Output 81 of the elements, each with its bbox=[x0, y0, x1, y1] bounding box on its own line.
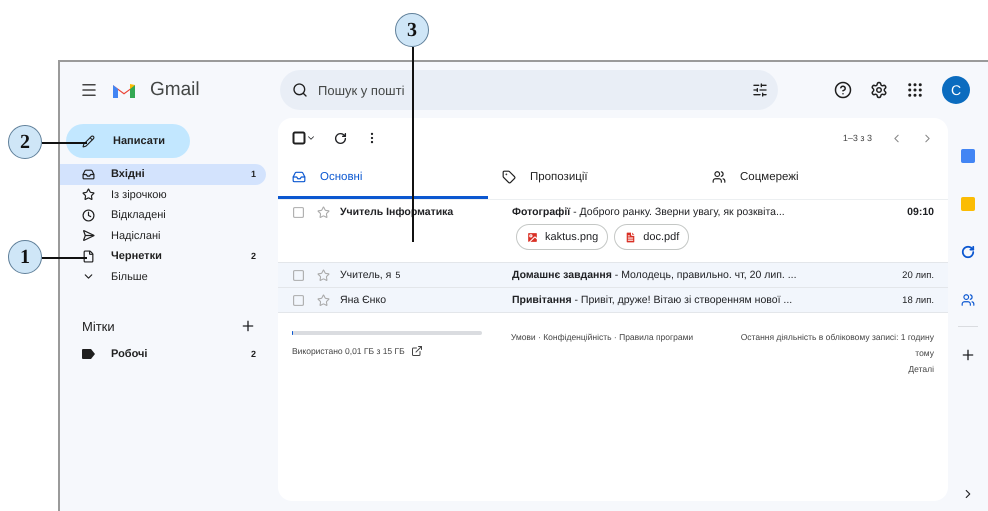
sidebar-item[interactable]: Відкладені bbox=[60, 205, 266, 226]
sidebar-label: Чернетки bbox=[111, 250, 163, 262]
sidebar-item[interactable]: Надіслані bbox=[60, 226, 266, 246]
activity-text: Остання діяльність в обліковому записі: 1 годину тому bbox=[740, 331, 934, 360]
search-field[interactable]: Пошук у пошті bbox=[316, 82, 744, 98]
select-all-checkbox[interactable] bbox=[292, 131, 306, 145]
inbox-icon bbox=[292, 170, 306, 184]
sidebar-item[interactable]: Більше bbox=[60, 266, 266, 287]
people-icon bbox=[712, 170, 726, 184]
email-sender: Учитель, я 5 bbox=[340, 269, 402, 281]
app-name: Gmail bbox=[150, 79, 200, 101]
details-link[interactable]: Деталі bbox=[908, 361, 934, 378]
callout-number: 1 bbox=[8, 240, 42, 274]
item-count: 2 bbox=[250, 349, 256, 359]
checkbox-icon[interactable] bbox=[292, 206, 305, 218]
sidebar-label: Із зірочкою bbox=[111, 188, 168, 201]
email-subject: Фотографії - Доброго ранку. Зверни увагу, як розквіта... bbox=[512, 206, 786, 218]
sidebar-label: Вхідні bbox=[111, 168, 146, 180]
item-count: 1 bbox=[250, 169, 256, 180]
page-range: 1–3 з 3 bbox=[842, 133, 872, 143]
star-icon bbox=[82, 188, 95, 202]
help-icon[interactable] bbox=[834, 81, 852, 99]
email-subject: Домашнє завдання - Молодець, правильно. чт, 20 лип. ... bbox=[512, 269, 798, 281]
terms-links[interactable]: Умови · Конфіденційність · Правила програми bbox=[502, 329, 702, 378]
email-time: 18 лип. bbox=[901, 294, 934, 306]
file-icon bbox=[82, 250, 95, 263]
label-item[interactable]: Робочі 2 bbox=[60, 341, 266, 367]
category-tab[interactable]: Соцмережі bbox=[698, 158, 908, 199]
checkbox-icon[interactable] bbox=[292, 268, 305, 282]
compose-button[interactable]: Написати bbox=[66, 124, 190, 158]
apps-icon[interactable] bbox=[906, 81, 924, 99]
pencil-icon bbox=[82, 134, 95, 148]
email-time: 09:10 bbox=[906, 206, 934, 218]
leader-line bbox=[42, 257, 87, 258]
email-row[interactable]: Яна Єнко Привітання - Привіт, друже! Вітаю зі створенням нової ... 18 лип. bbox=[278, 288, 948, 313]
avatar[interactable]: C bbox=[942, 76, 970, 104]
open-icon[interactable] bbox=[410, 345, 423, 357]
filter-icon[interactable] bbox=[752, 82, 768, 98]
add-icon[interactable] bbox=[240, 318, 256, 334]
image-file-icon bbox=[526, 230, 539, 244]
contacts-icon[interactable] bbox=[961, 293, 975, 307]
email-subject: Привітання - Привіт, друже! Вітаю зі створенням нової ... bbox=[512, 294, 794, 306]
tab-label: Соцмережі bbox=[740, 171, 798, 183]
attachment-chip[interactable]: kaktus.png bbox=[516, 224, 608, 250]
attachment-chip[interactable]: doc.pdf bbox=[614, 224, 690, 250]
inbox-icon bbox=[82, 168, 95, 181]
item-count: 2 bbox=[250, 251, 256, 262]
sidebar-label: Більше bbox=[111, 270, 149, 283]
callout-number: 3 bbox=[395, 13, 429, 47]
email-sender: Яна Єнко bbox=[340, 294, 388, 306]
send-icon bbox=[82, 229, 95, 242]
search-icon bbox=[292, 82, 308, 98]
refresh-icon[interactable] bbox=[334, 132, 347, 144]
category-tab[interactable]: Пропозиції bbox=[488, 158, 698, 199]
email-time: 20 лип. bbox=[901, 270, 934, 280]
add-icon[interactable] bbox=[960, 347, 976, 363]
pdf-file-icon bbox=[624, 230, 638, 244]
sidebar-label: Надіслані bbox=[111, 230, 162, 242]
label-icon bbox=[82, 349, 95, 359]
search-bar[interactable]: Пошук у пошті bbox=[280, 70, 778, 110]
tab-label: Пропозиції bbox=[530, 171, 588, 183]
clock-icon bbox=[82, 208, 95, 222]
sidebar-item[interactable]: Вхідні 1 bbox=[60, 164, 266, 184]
star-icon[interactable] bbox=[317, 268, 330, 282]
email-row[interactable]: Учитель, я 5 Домашнє завдання - Молодець, правильно. чт, 20 лип. ... 20 лип. bbox=[278, 263, 948, 288]
labels-heading: Мітки bbox=[82, 318, 115, 334]
menu-icon[interactable] bbox=[80, 81, 98, 99]
storage-text: Використано 0,01 ГБ з 15 ГБ bbox=[292, 346, 405, 356]
settings-icon[interactable] bbox=[870, 81, 888, 99]
star-icon[interactable] bbox=[317, 206, 330, 218]
tag-icon bbox=[502, 170, 516, 184]
sidebar-item[interactable]: Чернетки 2 bbox=[60, 246, 266, 266]
callout-number: 2 bbox=[8, 125, 42, 159]
checkbox-icon[interactable] bbox=[292, 294, 305, 306]
sidebar-label: Робочі bbox=[111, 348, 148, 360]
tab-label: Основні bbox=[320, 171, 362, 183]
leader-line bbox=[42, 142, 87, 144]
sidebar-label: Відкладені bbox=[111, 209, 167, 222]
sidebar-item[interactable]: Із зірочкою bbox=[60, 184, 266, 205]
star-icon[interactable] bbox=[317, 294, 330, 306]
gmail-logo-icon bbox=[112, 81, 136, 99]
